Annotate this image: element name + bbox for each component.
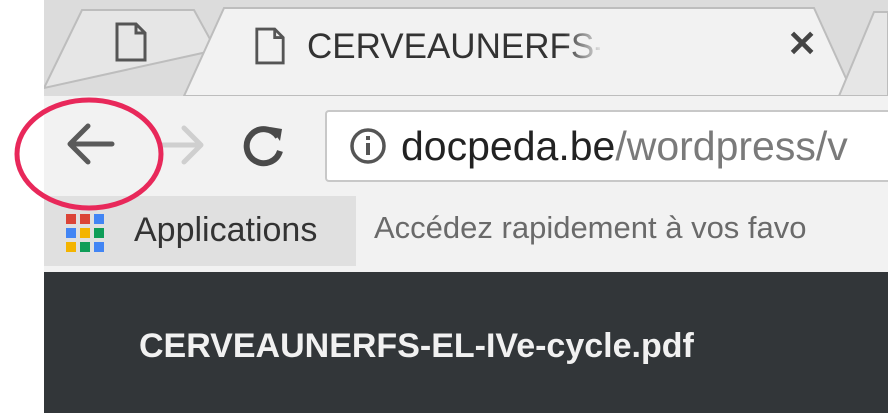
url-host: docpeda.be — [401, 123, 616, 169]
page-icon — [115, 22, 147, 62]
reload-button[interactable] — [242, 123, 286, 167]
bookmarks-hint: Accédez rapidement à vos favo — [374, 210, 807, 245]
pdf-title: CERVEAUNERFS-EL-IVe-cycle.pdf — [139, 327, 694, 365]
url-path: /wordpress/v — [615, 123, 848, 169]
reload-icon — [243, 126, 283, 167]
tab-inactive-right-shape[interactable] — [837, 11, 888, 96]
arrow-right-icon — [160, 125, 204, 165]
apps-label: Applications — [134, 211, 318, 249]
navigation-toolbar: docpeda.be/wordpress/v — [44, 96, 888, 192]
tab-title[interactable]: CERVEAUNERFS-EL-IVe-cycle.pdf — [307, 27, 600, 67]
tab-close-icon[interactable]: ✕ — [787, 26, 817, 62]
info-icon[interactable] — [349, 127, 387, 165]
highlight-circle — [14, 97, 164, 211]
apps-grid-icon — [66, 214, 104, 252]
address-bar[interactable]: docpeda.be/wordpress/v — [325, 110, 888, 182]
tab-title-fade — [564, 20, 604, 70]
tab-strip: CERVEAUNERFS-EL-IVe-cycle.pdf ✕ No — [44, 0, 888, 96]
bookmarks-bar: Applications Accédez rapidement à vos fa… — [44, 192, 888, 272]
page-icon — [255, 27, 285, 65]
url-text[interactable]: docpeda.be/wordpress/v — [401, 123, 848, 170]
pdf-viewer-toolbar: CERVEAUNERFS-EL-IVe-cycle.pdf — [44, 272, 888, 413]
browser-window: CERVEAUNERFS-EL-IVe-cycle.pdf ✕ No — [44, 0, 888, 413]
